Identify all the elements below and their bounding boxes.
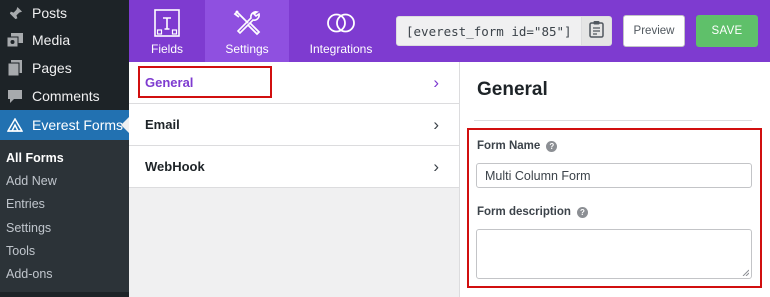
integrations-icon [325, 7, 357, 39]
menu-label: Everest Forms [32, 117, 124, 133]
save-button[interactable]: SAVE [696, 15, 758, 47]
wp-admin-sidebar: Posts Media Pages Comments Everest Forms… [0, 0, 129, 297]
chevron-right-icon: › [433, 114, 439, 134]
shortcode-field[interactable]: [everest_form id="85"] [396, 16, 582, 46]
menu-item-comments[interactable]: Comments [0, 82, 129, 110]
submenu-add-new[interactable]: Add New [0, 169, 129, 192]
highlight-box-general-panel [467, 128, 762, 288]
menu-label: Posts [32, 5, 68, 21]
settings-nav-webhook[interactable]: WebHook › [129, 146, 459, 188]
media-icon [6, 31, 24, 49]
nav-label: Email [145, 117, 180, 132]
nav-label: WebHook [145, 159, 205, 174]
submenu-settings[interactable]: Settings [0, 216, 129, 239]
everest-forms-icon [6, 116, 24, 134]
panel-divider [474, 120, 752, 121]
highlight-box-general [138, 66, 272, 98]
submenu-entries[interactable]: Entries [0, 193, 129, 216]
tab-label: Fields [150, 42, 183, 56]
menu-item-media[interactable]: Media [0, 26, 129, 54]
fields-icon [151, 7, 183, 39]
submenu-add-ons[interactable]: Add-ons [0, 262, 129, 285]
menu-item-pages[interactable]: Pages [0, 54, 129, 82]
menu-label: Pages [32, 60, 72, 76]
settings-tools-icon [231, 7, 263, 39]
menu-label: Comments [32, 88, 100, 104]
clipboard-icon [589, 20, 604, 43]
preview-button[interactable]: Preview [623, 15, 685, 47]
tab-label: Integrations [309, 42, 373, 56]
pushpin-icon [6, 4, 24, 22]
tab-integrations[interactable]: Integrations [289, 0, 393, 62]
chevron-right-icon: › [433, 156, 439, 176]
tab-settings[interactable]: Settings [205, 0, 289, 62]
copy-shortcode-button[interactable] [582, 16, 612, 46]
pages-icon [6, 59, 24, 77]
comments-icon [6, 87, 24, 105]
menu-label: Media [32, 32, 71, 48]
chevron-right-icon: › [433, 72, 439, 92]
settings-nav-email[interactable]: Email › [129, 104, 459, 146]
menu-item-posts[interactable]: Posts [0, 0, 129, 26]
menu-item-everest-forms[interactable]: Everest Forms [0, 110, 129, 140]
everest-forms-submenu: All Forms Add New Entries Settings Tools… [0, 140, 129, 292]
builder-header: Fields Settings Integrations [everest_fo… [129, 0, 770, 62]
panel-title: General [477, 79, 548, 100]
submenu-all-forms[interactable]: All Forms [0, 146, 129, 169]
tab-label: Settings [225, 42, 269, 56]
tab-fields[interactable]: Fields [129, 0, 205, 62]
submenu-tools[interactable]: Tools [0, 239, 129, 262]
